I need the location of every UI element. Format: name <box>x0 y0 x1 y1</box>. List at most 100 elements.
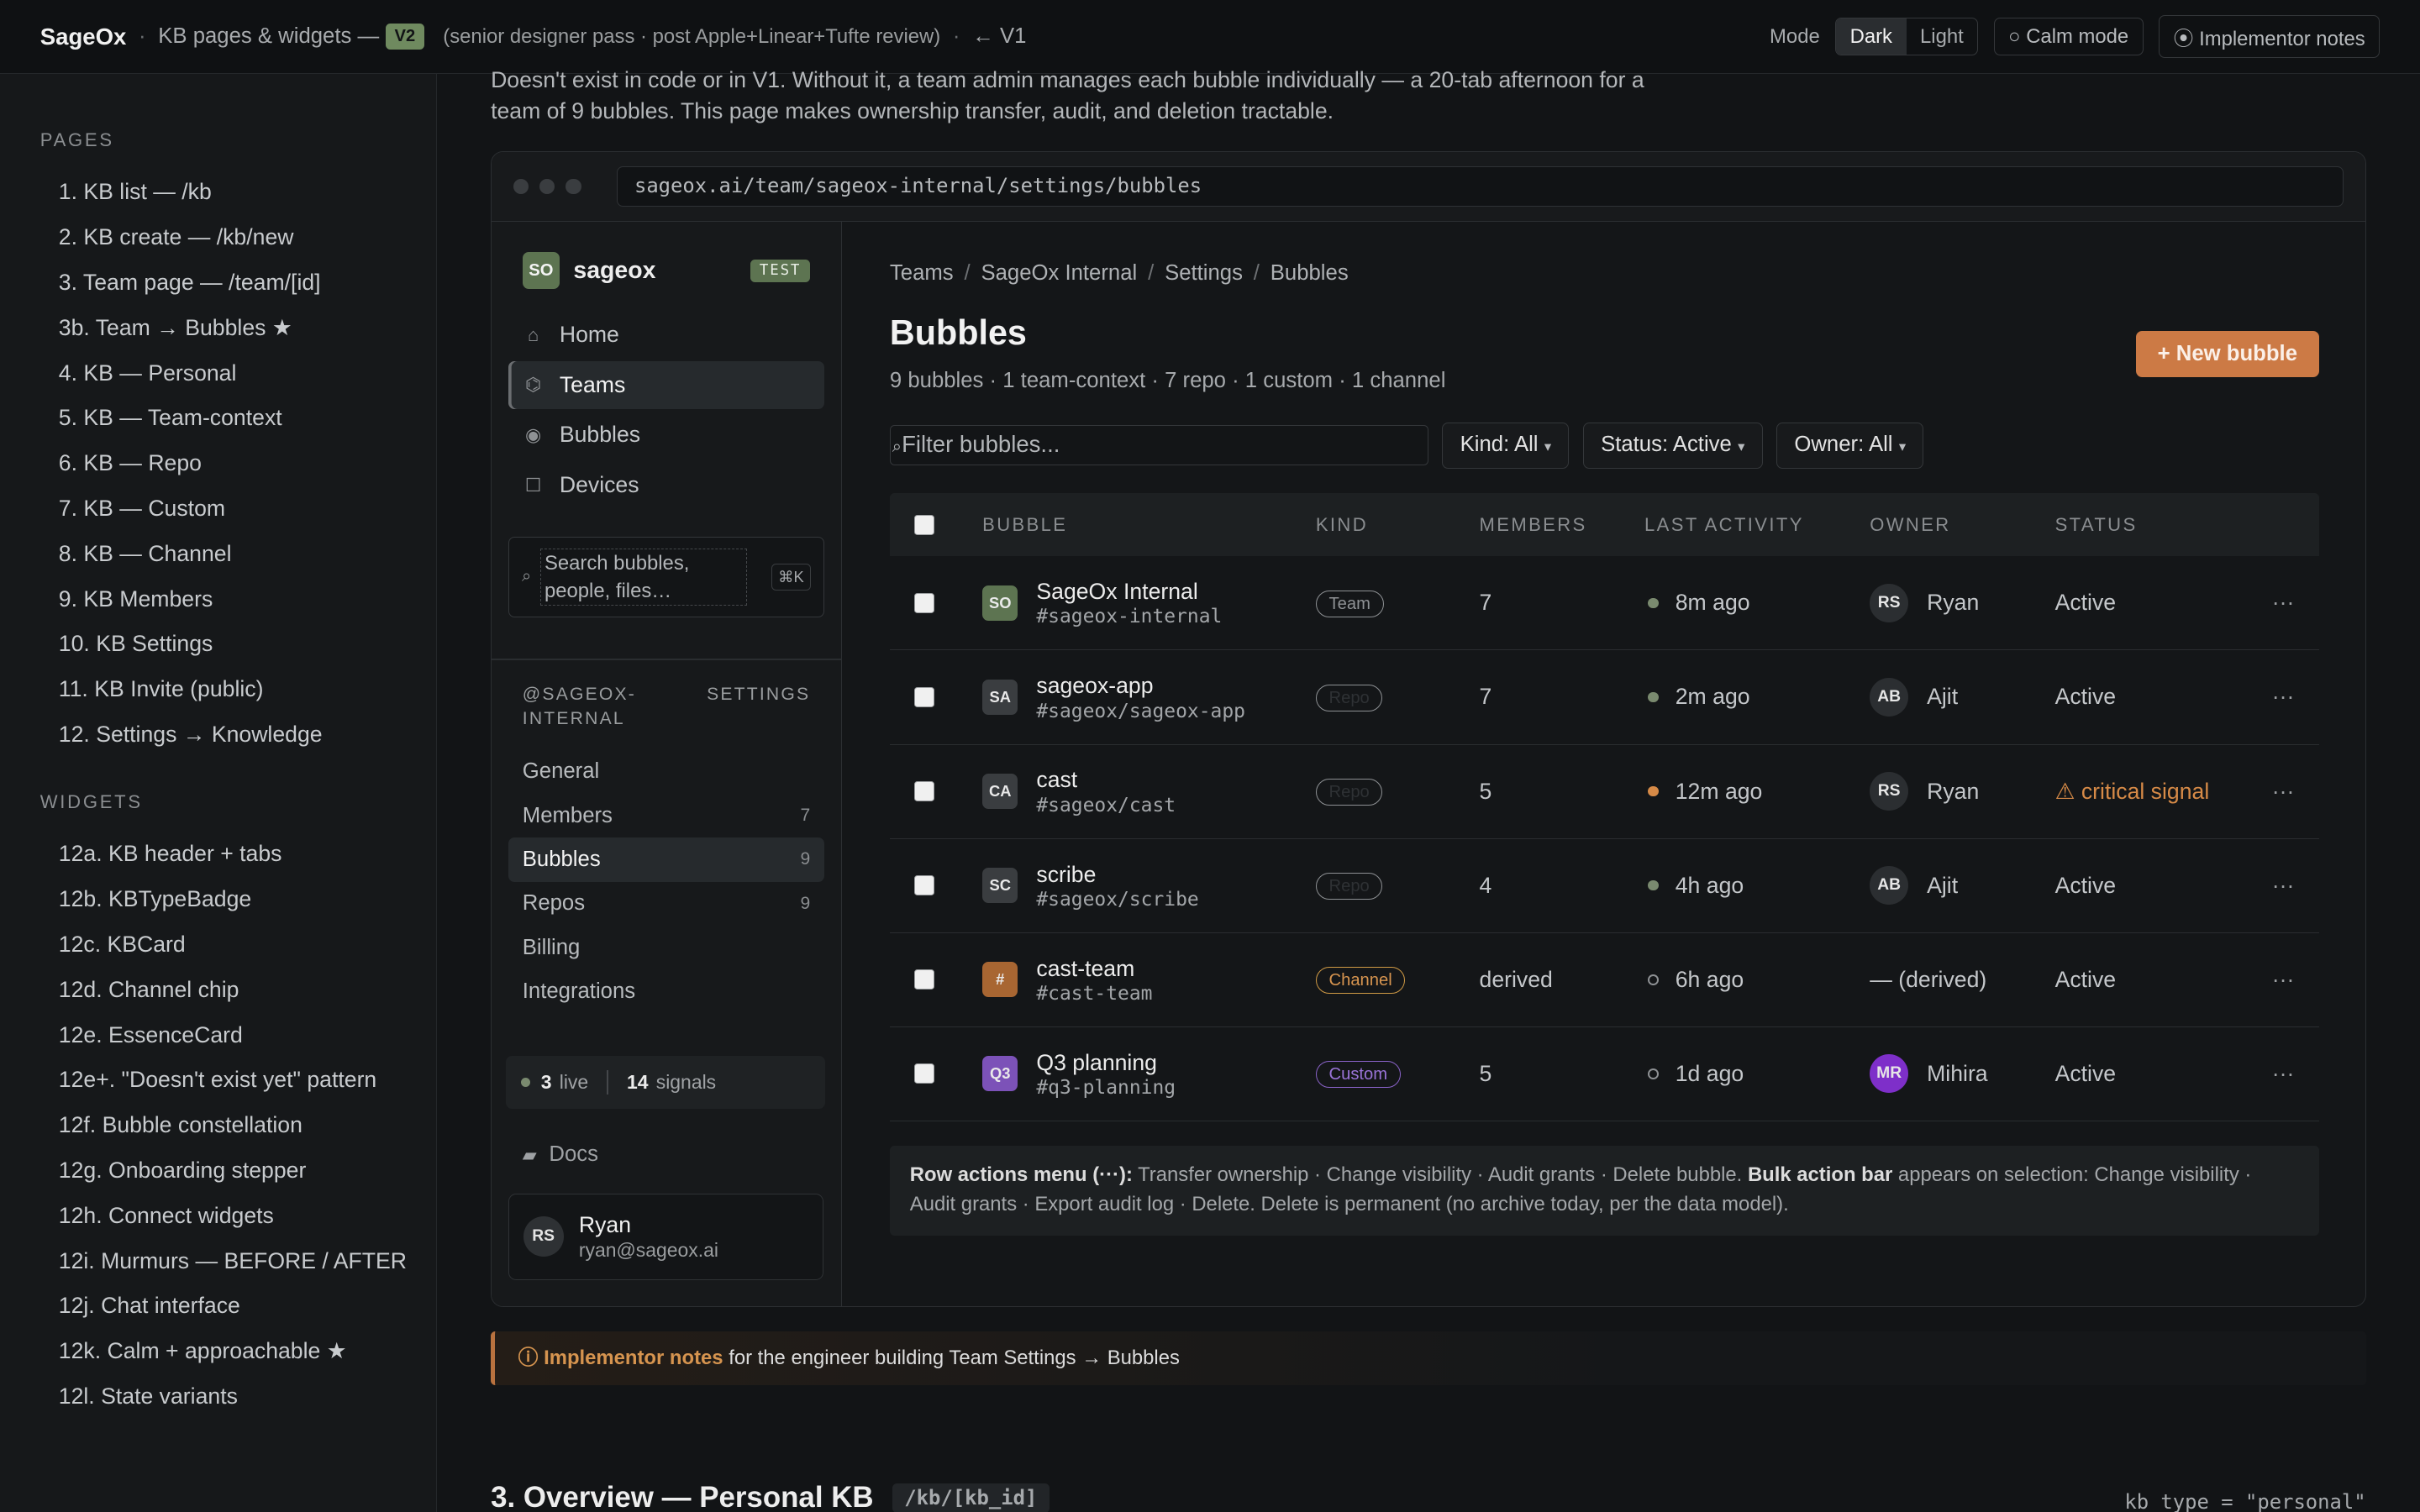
doc-nav-page-item[interactable]: 1. KB list — /kb <box>40 170 396 215</box>
implementor-notes-banner[interactable]: ⓘ Implementor notes for the engineer bui… <box>491 1331 2366 1386</box>
row-checkbox[interactable] <box>914 781 935 801</box>
col-kind[interactable]: KIND <box>1316 514 1480 536</box>
row-actions-menu[interactable]: ··· <box>2255 779 2318 805</box>
table-row[interactable]: SA sageox-app #sageox/sageox-app Repo 7 2m ag… <box>889 650 2319 745</box>
bubble-name[interactable]: scribe <box>1036 861 1198 889</box>
col-status[interactable]: STATUS <box>2055 514 2256 536</box>
doc-nav-widget-item[interactable]: 12g. Onboarding stepper <box>40 1148 396 1194</box>
breadcrumb-item[interactable]: SageOx Internal <box>981 261 1137 285</box>
nav-item-bubbles[interactable]: ◉ Bubbles <box>508 412 824 459</box>
breadcrumb-item[interactable]: Teams <box>890 261 954 285</box>
breadcrumb-item[interactable]: Bubbles <box>1270 261 1349 285</box>
bubble-cell[interactable]: SA sageox-app #sageox/sageox-app <box>982 672 1316 722</box>
bubble-name[interactable]: SageOx Internal <box>1036 578 1222 606</box>
row-checkbox[interactable] <box>914 875 935 895</box>
doc-nav-page-item[interactable]: 9. KB Members <box>40 577 396 622</box>
doc-nav-page-item[interactable]: 11. KB Invite (public) <box>40 667 396 712</box>
workspace-switcher[interactable]: SO sageox TEST <box>508 252 824 290</box>
bubble-cell[interactable]: CA cast #sageox/cast <box>982 766 1316 816</box>
doc-nav-page-item[interactable]: 5. KB — Team-context <box>40 396 396 441</box>
owner-filter[interactable]: Owner: All ▾ <box>1776 422 1924 469</box>
new-bubble-button[interactable]: + New bubble <box>2135 331 2319 378</box>
row-actions-menu[interactable]: ··· <box>2255 873 2318 899</box>
doc-nav-widget-item[interactable]: 12e+. "Doesn't exist yet" pattern <box>40 1058 396 1103</box>
user-card[interactable]: RS Ryan ryan@sageox.ai <box>508 1193 823 1280</box>
sidebar-search[interactable]: ⌕ Search bubbles, people, files… ⌘K <box>508 537 824 617</box>
table-row[interactable]: CA cast #sageox/cast Repo 5 12m ago RS Ryan ⚠ cr… <box>889 745 2319 839</box>
brand-name[interactable]: SageOx <box>40 24 127 50</box>
col-owner[interactable]: OWNER <box>1870 514 2054 536</box>
row-actions-menu[interactable]: ··· <box>2255 590 2318 616</box>
doc-nav-widget-item[interactable]: 12h. Connect widgets <box>40 1194 396 1239</box>
doc-nav-page-item[interactable]: 2. KB create — /kb/new <box>40 215 396 260</box>
bubble-cell[interactable]: SO SageOx Internal #sageox-internal <box>982 578 1316 627</box>
bubble-name[interactable]: Q3 planning <box>1036 1049 1176 1077</box>
row-actions-menu[interactable]: ··· <box>2255 967 2318 993</box>
calm-mode-button[interactable]: ○ Calm mode <box>1993 18 2144 55</box>
doc-nav-widget-item[interactable]: 12b. KBTypeBadge <box>40 877 396 922</box>
bubble-name[interactable]: cast <box>1036 766 1176 794</box>
implementor-notes-button[interactable]: ⦿ Implementor notes <box>2159 14 2381 59</box>
doc-nav-page-item[interactable]: 8. KB — Channel <box>40 532 396 577</box>
doc-nav-widget-item[interactable]: 12c. KBCard <box>40 922 396 968</box>
settings-item-integrations[interactable]: Integrations <box>508 969 824 1013</box>
doc-nav-widget-item[interactable]: 12f. Bubble constellation <box>40 1103 396 1148</box>
table-row[interactable]: SC scribe #sageox/scribe Repo 4 4h ago AB Ajit A… <box>889 839 2319 933</box>
bubble-cell[interactable]: Q3 Q3 planning #q3-planning <box>982 1049 1316 1099</box>
table-row[interactable]: Q3 Q3 planning #q3-planning Custom 5 1d ago MR… <box>889 1027 2319 1121</box>
doc-nav-widget-item[interactable]: 12l. State variants <box>40 1374 396 1420</box>
filter-input[interactable]: ⌕Filter bubbles... <box>889 425 1428 466</box>
owner-name: Ryan <box>1927 778 1980 804</box>
doc-nav-page-item[interactable]: 3. Team page — /team/[id] <box>40 260 396 306</box>
table-row[interactable]: SO SageOx Internal #sageox-internal Team 7 8m… <box>889 556 2319 651</box>
settings-item-bubbles[interactable]: Bubbles 9 <box>508 837 824 882</box>
owner-cell: AB Ajit <box>1870 678 2054 717</box>
nav-item-home[interactable]: ⌂ Home <box>508 311 824 359</box>
doc-nav-page-item[interactable]: 10. KB Settings <box>40 622 396 667</box>
row-checkbox[interactable] <box>914 1063 935 1084</box>
settings-item-members[interactable]: Members 7 <box>508 794 824 837</box>
mode-light-button[interactable]: Light <box>1907 18 1978 55</box>
row-actions-menu[interactable]: ··· <box>2255 1061 2318 1087</box>
status-filter[interactable]: Status: Active ▾ <box>1582 422 1763 469</box>
docs-link[interactable]: ▰ Docs <box>523 1142 598 1167</box>
col-bubble[interactable]: BUBBLE <box>982 514 1316 536</box>
col-members[interactable]: MEMBERS <box>1480 514 1645 536</box>
doc-nav-page-item[interactable]: 12. Settings → Knowledge <box>40 712 396 758</box>
mode-dark-button[interactable]: Dark <box>1836 18 1907 55</box>
row-checkbox[interactable] <box>914 593 935 613</box>
row-actions-menu[interactable]: ··· <box>2255 684 2318 710</box>
table-row[interactable]: # cast-team #cast-team Channel derived 6h ago… <box>889 933 2319 1027</box>
settings-item-repos[interactable]: Repos 9 <box>508 882 824 926</box>
doc-nav-widget-item[interactable]: 12j. Chat interface <box>40 1284 396 1329</box>
kind-filter[interactable]: Kind: All ▾ <box>1442 422 1570 469</box>
doc-nav-page-item[interactable]: 4. KB — Personal <box>40 351 396 396</box>
nav-item-devices[interactable]: ☐ Devices <box>508 461 824 509</box>
doc-nav-page-item[interactable]: 3b. Team → Bubbles ★ <box>40 306 396 351</box>
live-status[interactable]: 3 live 14 signals <box>505 1056 825 1109</box>
doc-nav-widget-item[interactable]: 12a. KB header + tabs <box>40 832 396 877</box>
settings-item-general[interactable]: General <box>508 750 824 794</box>
doc-nav-page-item[interactable]: 7. KB — Custom <box>40 486 396 532</box>
doc-nav-widget-item[interactable]: 12i. Murmurs — BEFORE / AFTER <box>40 1239 407 1284</box>
bubble-name[interactable]: cast-team <box>1036 955 1152 983</box>
back-to-v1-link[interactable]: ← V1 <box>972 24 1026 49</box>
doc-nav-widget-item[interactable]: 12k. Calm + approachable ★ <box>40 1329 396 1374</box>
settings-item-billing[interactable]: Billing <box>508 926 824 969</box>
doc-nav-widget-item[interactable]: 12d. Channel chip <box>40 968 396 1013</box>
breadcrumb-item[interactable]: Settings <box>1165 261 1243 285</box>
row-checkbox[interactable] <box>914 687 935 707</box>
widgets-heading: WIDGETS <box>39 791 143 813</box>
settings-item-count: 7 <box>800 806 811 826</box>
select-all-checkbox[interactable] <box>914 514 935 535</box>
doc-nav-page-item[interactable]: 6. KB — Repo <box>40 441 396 486</box>
bubble-cell[interactable]: # cast-team #cast-team <box>982 955 1316 1005</box>
search-input[interactable]: Search bubbles, people, files… <box>540 548 748 606</box>
bubble-cell[interactable]: SC scribe #sageox/scribe <box>982 861 1316 911</box>
doc-nav-widget-item[interactable]: 12e. EssenceCard <box>40 1013 396 1058</box>
nav-item-teams[interactable]: ⌬ Teams <box>508 360 824 409</box>
row-checkbox[interactable] <box>914 969 935 990</box>
url-bar[interactable]: sageox.ai/team/sageox-internal/settings/… <box>616 165 2344 207</box>
bubble-name[interactable]: sageox-app <box>1036 672 1245 700</box>
col-last-activity[interactable]: LAST ACTIVITY <box>1644 514 1870 536</box>
